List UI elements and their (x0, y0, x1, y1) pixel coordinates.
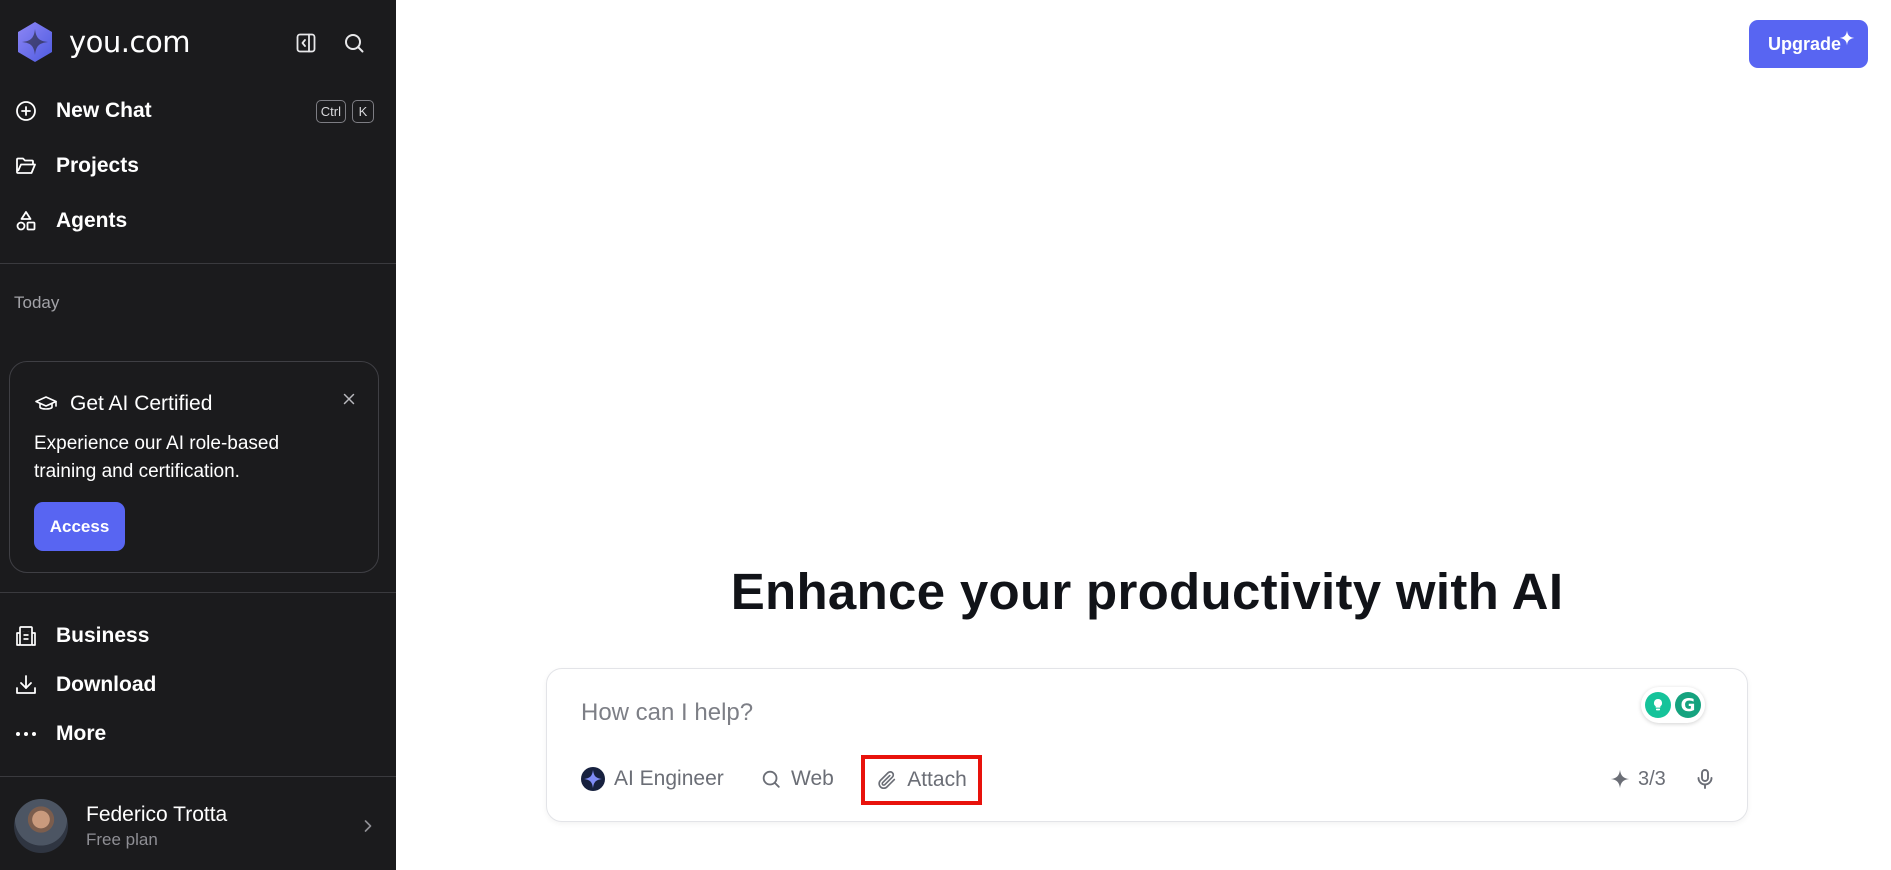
projects-label: Projects (56, 154, 139, 177)
sidebar-item-agents[interactable]: Agents (14, 199, 384, 243)
agent-label: AI Engineer (614, 767, 724, 790)
history-section-today: Today (14, 293, 60, 312)
agents-label: Agents (56, 209, 128, 232)
grammarly-icon: G (1675, 692, 1701, 718)
chevron-right-icon (364, 820, 372, 832)
chat-composer: G AI Engineer Web Attach (546, 668, 1748, 822)
upgrade-label: Upgrade (1767, 33, 1841, 54)
search-icon (762, 770, 780, 788)
lightbulb-icon (1645, 692, 1671, 718)
access-button[interactable]: Access (34, 502, 125, 551)
ai-engineer-icon (581, 767, 605, 791)
sidebar-item-projects[interactable]: Projects (14, 144, 384, 188)
sidebar-item-business[interactable]: Business (14, 614, 384, 658)
close-icon[interactable] (338, 388, 360, 410)
plus-circle-icon (14, 99, 38, 123)
business-label: Business (56, 624, 150, 647)
building-icon (14, 624, 38, 648)
app-window: you.com New Chat Ctrl K Projects Agents … (0, 0, 1891, 870)
chat-input[interactable] (581, 693, 1581, 733)
you-logo-icon (18, 22, 52, 62)
collapse-sidebar-icon[interactable] (293, 30, 319, 56)
web-label: Web (791, 767, 834, 790)
user-plan: Free plan (86, 829, 158, 849)
sidebar-item-more[interactable]: More (14, 712, 384, 756)
brand-name: you.com (69, 25, 190, 59)
avatar (14, 799, 68, 853)
sparkle-icon (1839, 30, 1855, 46)
shapes-icon (14, 209, 38, 233)
folder-icon (14, 154, 38, 178)
more-dots-icon (14, 722, 38, 746)
upgrade-button[interactable]: Upgrade (1749, 20, 1868, 68)
kbd-k: K (352, 99, 374, 123)
browser-extension-icons[interactable]: G (1641, 687, 1705, 723)
search-icon[interactable] (341, 30, 367, 56)
microphone-icon[interactable] (1687, 761, 1723, 797)
new-chat-label: New Chat (56, 99, 152, 122)
sidebar-divider (0, 263, 396, 264)
web-search-toggle[interactable]: Web (760, 759, 834, 799)
new-chat-button[interactable]: New Chat Ctrl K (14, 89, 384, 133)
attach-label: Attach (907, 768, 967, 791)
user-text: Federico Trotta Free plan (86, 803, 227, 850)
new-chat-shortcut: Ctrl K (315, 99, 374, 123)
kbd-ctrl: Ctrl (315, 99, 346, 123)
attach-button[interactable]: Attach (861, 755, 982, 805)
counter-label: 3/3 (1638, 767, 1666, 790)
usage-counter[interactable]: 3/3 (1610, 759, 1666, 799)
user-name: Federico Trotta (86, 802, 228, 826)
user-profile[interactable]: Federico Trotta Free plan (14, 798, 384, 854)
promo-text: Experience our AI role-based training an… (34, 433, 280, 482)
paperclip-icon (878, 771, 896, 790)
agent-selector[interactable]: AI Engineer (581, 759, 724, 799)
sidebar-item-download[interactable]: Download (14, 663, 384, 707)
promo-title: Get AI Certified (70, 392, 213, 415)
sparkle-icon (1610, 769, 1630, 789)
more-label: More (56, 722, 107, 745)
brand[interactable]: you.com (13, 20, 190, 64)
promo-header: Get AI Certified (34, 392, 212, 416)
download-icon (14, 673, 38, 697)
download-label: Download (56, 673, 157, 696)
graduation-cap-icon (35, 396, 57, 410)
sidebar-divider (0, 592, 396, 593)
ai-certified-card: Get AI Certified Experience our AI role-… (9, 361, 379, 573)
page-headline: Enhance your productivity with AI (730, 563, 1564, 620)
sidebar-divider (0, 776, 396, 777)
sidebar: you.com New Chat Ctrl K Projects Agents … (0, 0, 396, 870)
